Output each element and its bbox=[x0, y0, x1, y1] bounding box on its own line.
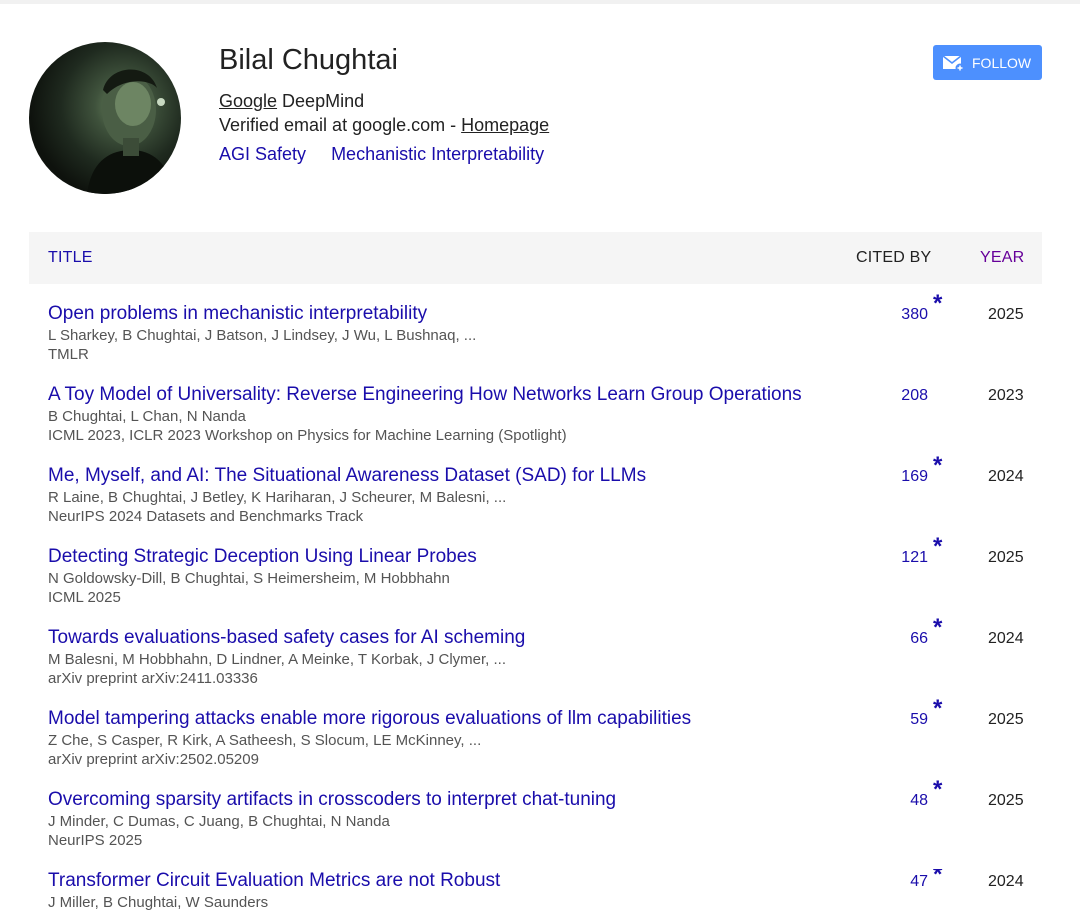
merged-citation-star[interactable]: * bbox=[933, 290, 942, 318]
paper-year: 2024 bbox=[988, 630, 1024, 647]
affiliation: Google DeepMind bbox=[219, 90, 364, 112]
paper-authors: J Minder, C Dumas, C Juang, B Chughtai, … bbox=[48, 813, 390, 830]
paper-authors: R Laine, B Chughtai, J Betley, K Harihar… bbox=[48, 489, 507, 506]
paper-title[interactable]: Model tampering attacks enable more rigo… bbox=[48, 707, 691, 731]
paper-title[interactable]: Towards evaluations-based safety cases f… bbox=[48, 626, 525, 650]
research-interests: AGI Safety Mechanistic Interpretability bbox=[219, 143, 564, 165]
avatar bbox=[29, 42, 181, 194]
paper-title[interactable]: Detecting Strategic Deception Using Line… bbox=[48, 545, 477, 569]
interest-mech-interp[interactable]: Mechanistic Interpretability bbox=[331, 144, 544, 164]
paper-title[interactable]: Transformer Circuit Evaluation Metrics a… bbox=[48, 869, 500, 893]
table-header: TITLE CITED BY YEAR bbox=[29, 232, 1042, 284]
paper-year: 2023 bbox=[988, 387, 1024, 404]
cited-by-count[interactable]: 380 bbox=[901, 305, 928, 325]
email-text: Verified email at google.com - bbox=[219, 115, 462, 135]
affiliation-rest: DeepMind bbox=[277, 91, 365, 111]
table-row: A Toy Model of Universality: Reverse Eng… bbox=[0, 383, 1080, 464]
merged-citation-star[interactable]: * bbox=[933, 869, 942, 889]
verified-email: Verified email at google.com - Homepage bbox=[219, 114, 549, 136]
envelope-plus-icon bbox=[943, 54, 965, 72]
paper-title[interactable]: Me, Myself, and AI: The Situational Awar… bbox=[48, 464, 646, 488]
cited-by-count[interactable]: 66 bbox=[910, 629, 928, 649]
cited-by-count[interactable]: 59 bbox=[910, 710, 928, 730]
profile-name: Bilal Chughtai bbox=[219, 44, 398, 76]
paper-year: 2025 bbox=[988, 792, 1024, 809]
sort-by-year[interactable]: YEAR bbox=[980, 249, 1024, 267]
table-row: Towards evaluations-based safety cases f… bbox=[0, 614, 1080, 707]
paper-venue: NeurIPS 2024 Datasets and Benchmarks Tra… bbox=[48, 508, 364, 525]
table-row: Detecting Strategic Deception Using Line… bbox=[0, 533, 1080, 626]
merged-citation-star[interactable]: * bbox=[933, 533, 942, 561]
paper-year: 2025 bbox=[988, 306, 1024, 323]
paper-title[interactable]: Overcoming sparsity artifacts in crossco… bbox=[48, 788, 616, 812]
table-row: Model tampering attacks enable more rigo… bbox=[0, 695, 1080, 788]
merged-citation-star[interactable]: * bbox=[933, 776, 942, 804]
cited-by-count[interactable]: 48 bbox=[910, 791, 928, 811]
follow-button[interactable]: FOLLOW bbox=[933, 45, 1042, 80]
paper-authors: Z Che, S Casper, R Kirk, A Satheesh, S S… bbox=[48, 732, 482, 749]
paper-authors: M Balesni, M Hobbhahn, D Lindner, A Mein… bbox=[48, 651, 506, 668]
paper-authors: B Chughtai, L Chan, N Nanda bbox=[48, 408, 246, 425]
cited-by-count[interactable]: 169 bbox=[901, 467, 928, 487]
merged-citation-star[interactable]: * bbox=[933, 452, 942, 480]
paper-venue: NeurIPS 2025 bbox=[48, 832, 143, 849]
table-row: Me, Myself, and AI: The Situational Awar… bbox=[0, 452, 1080, 545]
paper-title[interactable]: Open problems in mechanistic interpretab… bbox=[48, 302, 427, 326]
cited-by-count[interactable]: 208 bbox=[901, 386, 928, 406]
homepage-link[interactable]: Homepage bbox=[461, 115, 549, 135]
affiliation-link[interactable]: Google bbox=[219, 91, 277, 111]
paper-venue: ICML 2025 bbox=[48, 589, 121, 606]
follow-label: FOLLOW bbox=[972, 54, 1032, 71]
paper-year: 2024 bbox=[988, 468, 1024, 485]
paper-authors: J Miller, B Chughtai, W Saunders bbox=[48, 894, 269, 911]
table-row: Overcoming sparsity artifacts in crossco… bbox=[0, 776, 1080, 869]
paper-year: 2025 bbox=[988, 711, 1024, 728]
cited-by-count[interactable]: 47 bbox=[910, 872, 928, 892]
table-row: Transformer Circuit Evaluation Metrics a… bbox=[0, 869, 1080, 912]
top-border bbox=[0, 0, 1080, 4]
paper-venue: arXiv preprint arXiv:2411.03336 bbox=[48, 670, 258, 687]
paper-authors: N Goldowsky-Dill, B Chughtai, S Heimersh… bbox=[48, 570, 450, 587]
merged-citation-star[interactable]: * bbox=[933, 695, 942, 723]
paper-venue: TMLR bbox=[48, 346, 89, 363]
sort-by-cited[interactable]: CITED BY bbox=[856, 249, 931, 267]
paper-year: 2024 bbox=[988, 873, 1024, 890]
cited-by-count[interactable]: 121 bbox=[901, 548, 928, 568]
table-row: Open problems in mechanistic interpretab… bbox=[0, 290, 1080, 383]
merged-citation-star[interactable]: * bbox=[933, 614, 942, 642]
sort-by-title[interactable]: TITLE bbox=[48, 249, 93, 267]
paper-venue: arXiv preprint arXiv:2502.05209 bbox=[48, 751, 259, 768]
paper-authors: L Sharkey, B Chughtai, J Batson, J Linds… bbox=[48, 327, 477, 344]
paper-year: 2025 bbox=[988, 549, 1024, 566]
interest-agi-safety[interactable]: AGI Safety bbox=[219, 144, 306, 164]
paper-venue: ICML 2023, ICLR 2023 Workshop on Physics… bbox=[48, 427, 567, 444]
paper-title[interactable]: A Toy Model of Universality: Reverse Eng… bbox=[48, 383, 802, 407]
